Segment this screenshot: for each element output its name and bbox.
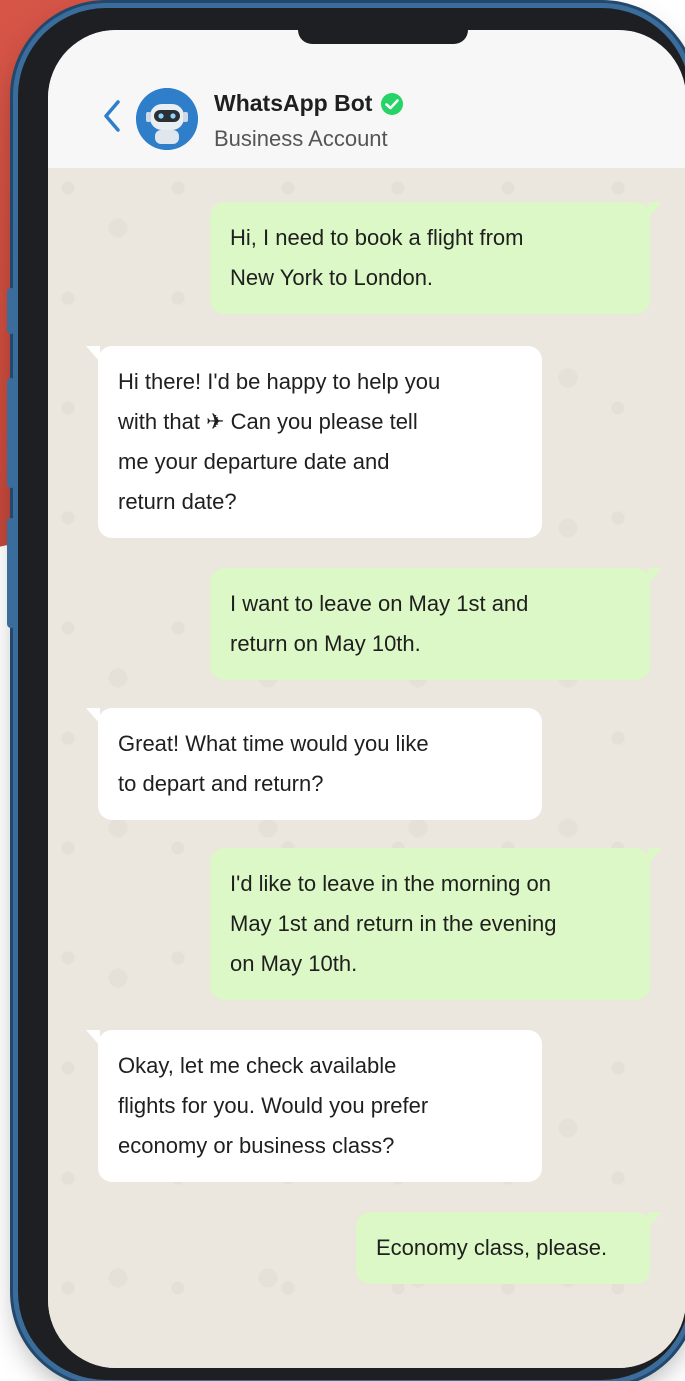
phone-screen: WhatsApp Bot Business Account Hi, I need… [48, 30, 685, 1368]
chat-area[interactable]: Hi, I need to book a flight from New Yor… [48, 168, 685, 1368]
message-bubble-outgoing[interactable]: Hi, I need to book a flight from New Yor… [210, 202, 662, 314]
chevron-left-icon[interactable] [100, 96, 124, 136]
message-bubble-outgoing[interactable]: Economy class, please. [356, 1212, 662, 1284]
chat-header: WhatsApp Bot Business Account [48, 30, 685, 169]
phone-notch [298, 30, 468, 44]
contact-name-row[interactable]: WhatsApp Bot [214, 90, 404, 117]
message-bubble-incoming[interactable]: Hi there! I'd be happy to help you with … [86, 346, 542, 538]
message-bubble-incoming[interactable]: Great! What time would you like to depar… [86, 708, 542, 820]
side-button [7, 288, 15, 334]
verified-check-icon [380, 92, 404, 116]
message-bubble-incoming[interactable]: Okay, let me check available flights for… [86, 1030, 542, 1182]
message-bubble-outgoing[interactable]: I want to leave on May 1st and return on… [210, 568, 662, 680]
stage: WhatsApp Bot Business Account Hi, I need… [0, 0, 685, 1381]
phone-frame: WhatsApp Bot Business Account Hi, I need… [7, 8, 685, 1380]
contact-subtitle: Business Account [214, 126, 388, 151]
message-bubble-outgoing[interactable]: I'd like to leave in the morning on May … [210, 848, 662, 1000]
side-button [7, 518, 15, 628]
robot-icon[interactable] [136, 88, 198, 150]
contact-name: WhatsApp Bot [214, 90, 373, 116]
side-button [7, 378, 15, 488]
